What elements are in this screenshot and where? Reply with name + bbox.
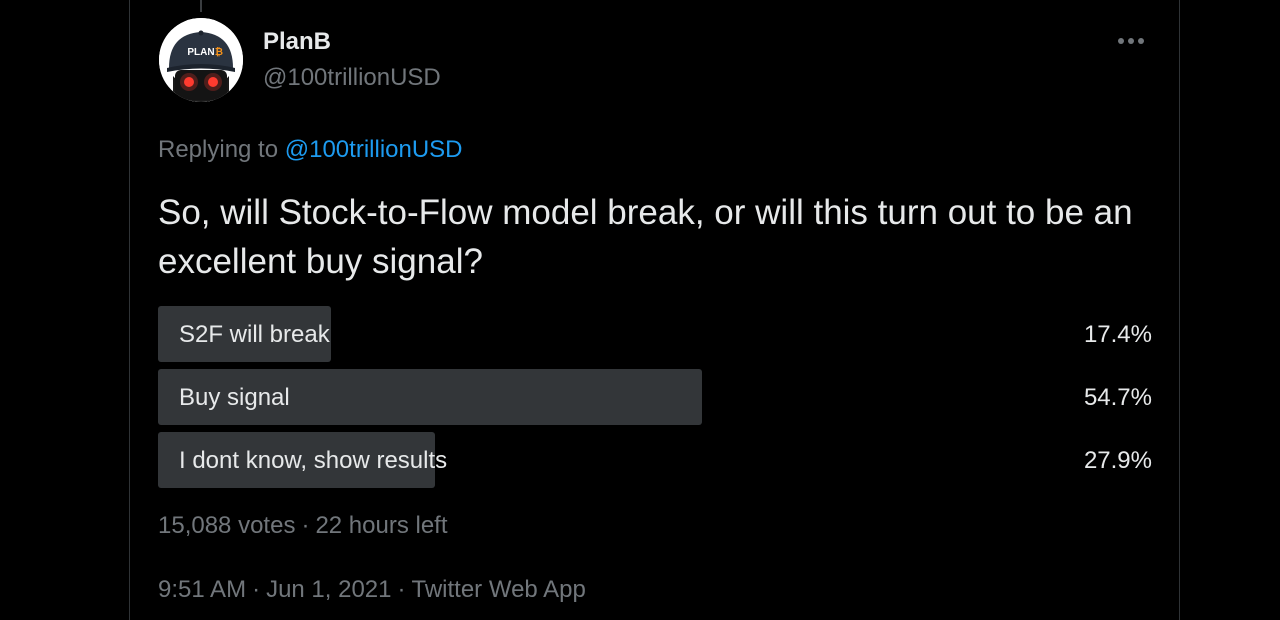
replying-to-label: Replying to — [158, 136, 279, 163]
thread-line — [200, 0, 202, 12]
poll-meta: 15,088 votes · 22 hours left — [158, 512, 448, 540]
reply-mention-link[interactable]: @100trillionUSD — [285, 136, 463, 163]
tweet-time[interactable]: 9:51 AM — [158, 576, 246, 603]
poll-vote-count: 15,088 votes — [158, 512, 296, 539]
poll-option[interactable]: S2F will break 17.4% — [158, 306, 1152, 362]
separator: · — [301, 512, 310, 539]
poll-option-label: I dont know, show results — [179, 447, 448, 474]
author-display-name[interactable]: PlanB — [263, 28, 331, 56]
avatar[interactable]: PLAN ₿ — [159, 18, 243, 102]
separator: · — [397, 576, 406, 603]
poll-option-label: Buy signal — [179, 384, 290, 411]
poll: S2F will break 17.4% Buy signal 54.7% I … — [158, 306, 1152, 495]
replying-to: Replying to @100trillionUSD — [158, 136, 463, 164]
tweet-text: So, will Stock-to-Flow model break, or w… — [158, 193, 1133, 281]
author-handle[interactable]: @100trillionUSD — [263, 64, 441, 92]
poll-option-percent: 17.4% — [1083, 321, 1152, 348]
poll-option-percent: 27.9% — [1083, 447, 1152, 474]
tweet-timestamp-meta: 9:51 AM · Jun 1, 2021 · Twitter Web App — [158, 576, 586, 604]
tweet-date[interactable]: Jun 1, 2021 — [266, 576, 391, 603]
more-options-button[interactable] — [1113, 26, 1149, 56]
separator: · — [252, 576, 261, 603]
avatar-cap-text: PLAN — [187, 47, 214, 58]
cap-with-red-eyes-avatar: PLAN ₿ — [159, 18, 243, 102]
poll-option-label: S2F will break — [179, 321, 330, 348]
poll-option-percent: 54.7% — [1083, 384, 1152, 411]
more-horizontal-icon — [1118, 38, 1144, 44]
tweet-source[interactable]: Twitter Web App — [412, 576, 586, 603]
svg-text:₿: ₿ — [215, 46, 223, 58]
poll-option[interactable]: I dont know, show results 27.9% — [158, 432, 1152, 488]
poll-option[interactable]: Buy signal 54.7% — [158, 369, 1152, 425]
tweet-container: PLAN ₿ PlanB @100trillionUSD Replying to… — [129, 0, 1180, 620]
poll-time-left: 22 hours left — [315, 512, 448, 539]
